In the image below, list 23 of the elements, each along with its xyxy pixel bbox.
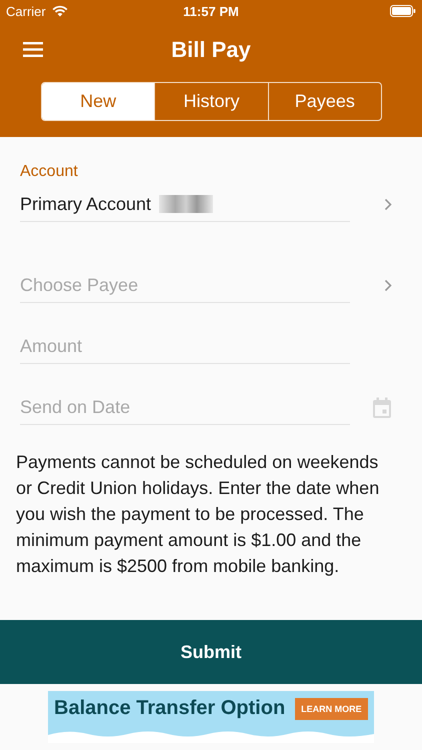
- segment-tab[interactable]: History: [154, 83, 268, 120]
- segment-tab[interactable]: New: [42, 83, 154, 120]
- menu-button[interactable]: [23, 42, 43, 57]
- ad-banner[interactable]: Balance Transfer Option LEARN MORE: [48, 691, 374, 743]
- chevron-right-icon: [384, 198, 392, 211]
- segment-tab[interactable]: Payees: [268, 83, 381, 120]
- submit-button[interactable]: Submit: [0, 620, 422, 684]
- select-field[interactable]: Primary Account: [20, 187, 350, 222]
- input-field[interactable]: Amount: [20, 329, 350, 364]
- clock-time: 11:57 PM: [183, 4, 239, 18]
- select-field[interactable]: Send on Date: [20, 390, 350, 425]
- page-title: Bill Pay: [171, 37, 251, 63]
- calendar-icon: [372, 396, 392, 418]
- select-field[interactable]: Choose Payee: [20, 268, 350, 303]
- banner-headline: Balance Transfer Option: [54, 697, 286, 720]
- chevron-right-icon: [384, 279, 392, 292]
- menu-icon: [23, 42, 43, 57]
- battery-icon: [390, 5, 416, 17]
- field-label: Account: [20, 163, 79, 181]
- info-text: Payments cannot be scheduled on weekends or Credit Union holidays. Enter the date when you wish the payment to be processed. The minimum payment amount is $1.00 and the maximum is $2500 from mobile banking.: [16, 451, 380, 578]
- carrier-label: Carrier: [6, 4, 46, 18]
- wifi-icon: [52, 5, 68, 17]
- learn-more-button[interactable]: LEARN MORE: [295, 698, 368, 720]
